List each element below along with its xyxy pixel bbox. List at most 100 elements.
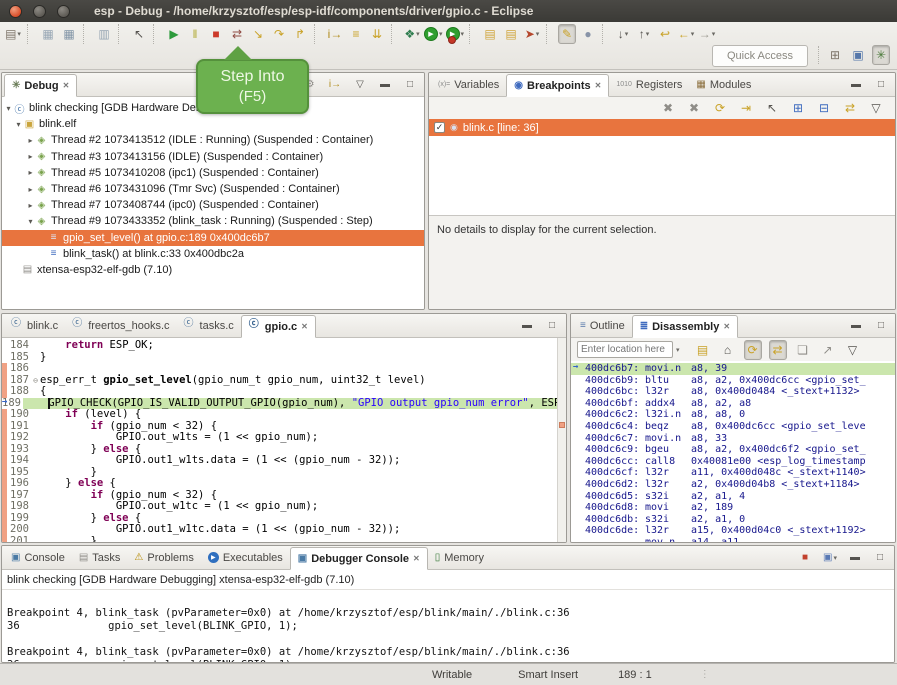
tab-outline[interactable]: ≡ Outline	[573, 314, 632, 337]
maximize-button[interactable]: □	[401, 77, 419, 93]
disconnect-button[interactable]: ⇄	[228, 24, 246, 44]
fold-icon[interactable]	[31, 524, 40, 536]
display-selected-console-button[interactable]: ▣ ▾	[821, 550, 839, 566]
fold-icon[interactable]	[31, 513, 40, 525]
disassembly-row[interactable]: 400dc6cf: l32r a11, 0x400d048c <_stext+1…	[571, 467, 895, 479]
open-resource-button[interactable]: ▤	[502, 24, 520, 44]
tab-tasks[interactable]: ▤ Tasks	[72, 546, 128, 569]
tab-breakpoints[interactable]: ◉ Breakpoints ✕	[506, 74, 609, 97]
tab-variables[interactable]: (x)= Variables	[431, 73, 506, 96]
minimize-button[interactable]: ▬	[518, 318, 536, 334]
minimize-button[interactable]: ▬	[847, 318, 865, 334]
fold-icon[interactable]	[31, 444, 40, 456]
go-to-file-button[interactable]: ⇥	[737, 98, 755, 118]
disassembly-row[interactable]: 400dc6bc: l32r a8, 0x400d0484 <_stext+11…	[571, 386, 895, 398]
combo-dropdown-icon[interactable]: ▾	[676, 346, 680, 354]
open-perspective-button[interactable]: ⊞	[826, 45, 844, 65]
fold-icon[interactable]	[31, 536, 40, 543]
drop-to-frame-button[interactable]: ≡	[347, 24, 365, 44]
thread-item[interactable]: ▸ ◈ Thread #3 1073413156 (IDLE) (Suspend…	[2, 149, 424, 165]
disassembly-row[interactable]: → 400dc6b7: movi.n a8, 39	[571, 363, 895, 375]
gdb-item[interactable]: ▤ xtensa-esp32-elf-gdb (7.10)	[2, 262, 424, 278]
breakpoint-item[interactable]: ✓ ◉ blink.c [line: 36]	[429, 119, 895, 136]
breakpoint-checkbox[interactable]: ✓	[434, 122, 445, 133]
disassembly-row[interactable]: 400dc6c7: movi.n a8, 33	[571, 433, 895, 445]
pin-view-button[interactable]: ↗	[819, 340, 837, 360]
location-input[interactable]	[577, 341, 673, 358]
save-button[interactable]: ▦	[39, 24, 57, 44]
disassembly-row[interactable]: 400dc6cc: call8 0x40081e00 <esp_log_time…	[571, 456, 895, 468]
skip-all-breakpoints-button[interactable]: ↖	[130, 24, 148, 44]
disassembly-row[interactable]: 400dc6d5: s32i a2, a1, 4	[571, 491, 895, 503]
thread-item[interactable]: ▾ ◈ Thread #9 1073433352 (blink_task : R…	[2, 213, 424, 229]
debug-perspective-button[interactable]: ✳	[872, 45, 890, 65]
disassembly-row[interactable]: 400dc6db: s32i a2, a1, 0	[571, 514, 895, 526]
expand-all-button[interactable]: ⊞	[789, 98, 807, 118]
tab-freertos-hooks-c[interactable]: ⓒ freertos_hooks.c	[65, 314, 176, 337]
disassembly-row[interactable]: 400dc6c2: l32i.n a8, a8, 0	[571, 409, 895, 421]
change-annotation-marker[interactable]	[559, 422, 565, 428]
maximize-button[interactable]: □	[872, 77, 890, 93]
window-close-button[interactable]	[9, 5, 22, 18]
resume-button[interactable]: ▶	[165, 24, 183, 44]
home-button[interactable]: ⌂	[719, 340, 737, 360]
link-with-debug-button[interactable]: ⇄	[841, 98, 859, 118]
external-tools-button[interactable]: ➤ ▾	[523, 24, 541, 44]
terminate-button[interactable]: ■	[207, 24, 225, 44]
save-all-button[interactable]: ▦	[60, 24, 78, 44]
view-menu-button[interactable]: ▽	[844, 340, 862, 360]
expander-icon[interactable]: ▸	[26, 152, 35, 161]
skip-all-breakpoints-toggle[interactable]: ↖	[763, 98, 781, 118]
remove-breakpoint-button[interactable]: ✖	[659, 98, 677, 118]
fold-icon[interactable]: ⊖	[31, 375, 40, 387]
collapse-all-button[interactable]: ⊟	[815, 98, 833, 118]
disassembly-row[interactable]: mov.n a14, a11	[571, 537, 895, 542]
fold-icon[interactable]	[31, 490, 40, 502]
open-element-button[interactable]: ▤	[481, 24, 499, 44]
insert-mode-status[interactable]: Smart Insert	[518, 669, 578, 681]
close-icon[interactable]: ✕	[413, 554, 420, 563]
code-editor[interactable]: 184 return ESP_OK; 185 } 186	[2, 338, 566, 542]
expander-icon[interactable]: ▸	[26, 136, 35, 145]
step-into-button[interactable]: ↘	[249, 24, 267, 44]
stack-frame-item[interactable]: ≡ gpio_set_level() at gpio.c:189 0x400dc…	[2, 230, 424, 246]
disassembly-row[interactable]: 400dc6d8: movi a2, 189	[571, 502, 895, 514]
fold-icon[interactable]	[31, 501, 40, 513]
last-edit-location-button[interactable]: ↩	[656, 24, 674, 44]
tab-disassembly[interactable]: ≣ Disassembly ✕	[632, 315, 738, 338]
disassembly-row[interactable]: 400dc6c9: bgeu a8, a2, 0x400dc6f2 <gpio_…	[571, 444, 895, 456]
overview-ruler[interactable]	[557, 338, 566, 542]
maximize-button[interactable]: □	[543, 318, 561, 334]
tab-modules[interactable]: ▦ Modules	[689, 73, 758, 96]
elf-item[interactable]: ▾ ▣ blink.elf	[2, 116, 424, 132]
refresh-view-button[interactable]: ⟳	[744, 340, 762, 360]
disassembly-row[interactable]: 400dc6de: l32r a15, 0x400d04c0 <_stext+1…	[571, 525, 895, 537]
code-line[interactable]: 184 return ESP_OK;	[2, 340, 557, 352]
cpp-perspective-button[interactable]: ▣	[849, 45, 867, 65]
tab-tasks-c[interactable]: ⓒ tasks.c	[177, 314, 241, 337]
profile-dropdown-button[interactable]: ▶ ▾	[446, 24, 465, 44]
fold-icon[interactable]	[31, 432, 40, 444]
window-maximize-button[interactable]	[57, 5, 70, 18]
new-button[interactable]: ▤ ▾	[4, 24, 22, 44]
code-line[interactable]: 187 ⊖ esp_err_t gpio_set_level(gpio_num_…	[2, 375, 557, 387]
thread-item[interactable]: ▸ ◈ Thread #7 1073408744 (ipc0) (Suspend…	[2, 197, 424, 213]
close-icon[interactable]: ✕	[301, 322, 308, 331]
show-breakpoints-supported-button[interactable]: ⟳	[711, 98, 729, 118]
tab-problems[interactable]: ⚠ Problems	[127, 546, 200, 569]
instruction-stepping-mode-button[interactable]: i→	[326, 77, 344, 93]
console-output[interactable]: blink checking [GDB Hardware Debugging] …	[2, 570, 894, 662]
run-dropdown-button[interactable]: ▶ ▾	[424, 24, 443, 44]
minimize-button[interactable]: ▬	[376, 77, 394, 93]
tab-debugger-console[interactable]: ▣ Debugger Console ✕	[290, 547, 428, 570]
disassembly-row[interactable]: 400dc6c4: beqz a8, 0x400dc6cc <gpio_set_…	[571, 421, 895, 433]
disassembly-row[interactable]: 400dc6d2: l32r a2, 0x400d04b8 <_stext+11…	[571, 479, 895, 491]
open-type-button[interactable]: ●	[579, 24, 597, 44]
save-as-button[interactable]: ▥	[95, 24, 113, 44]
quick-access-button[interactable]: Quick Access	[712, 45, 808, 67]
thread-item[interactable]: ▸ ◈ Thread #6 1073431096 (Tmr Svc) (Susp…	[2, 181, 424, 197]
tab-blink-c[interactable]: ⓒ blink.c	[4, 314, 65, 337]
expander-icon[interactable]: ▾	[4, 104, 13, 113]
forward-button[interactable]: → ▾	[698, 24, 716, 44]
mark-occurrences-button[interactable]: ✎	[558, 24, 576, 44]
